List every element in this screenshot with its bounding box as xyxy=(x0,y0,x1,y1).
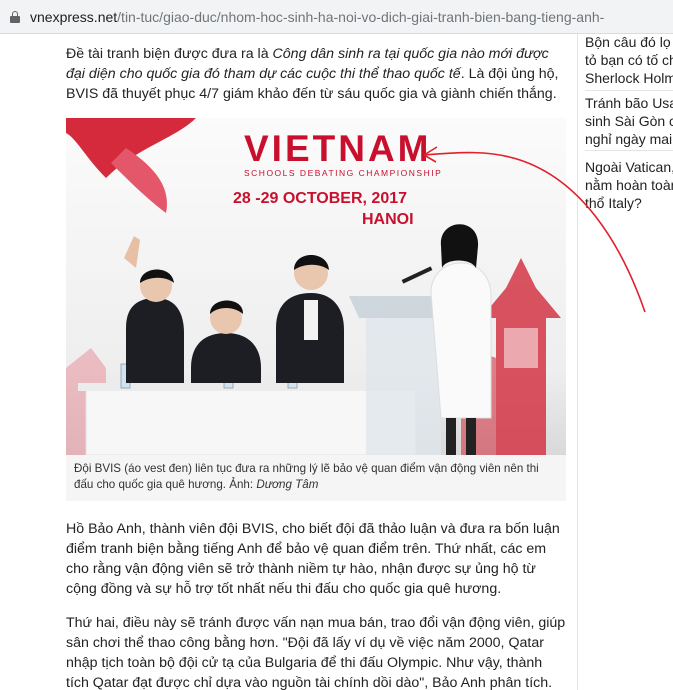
sidebar-link-1-line-1: Bộn câu đó lọ xyxy=(585,34,671,50)
intro-text-1: Đề tài tranh biện được đưa ra là xyxy=(66,46,273,62)
sidebar-related: Bộn câu đó lọ tỏ bạn có tố ch Sherlock H… xyxy=(577,34,673,690)
address-bar[interactable]: vnexpress.net/tin-tuc/giao-duc/nhom-hoc-… xyxy=(0,0,673,34)
url-text[interactable]: vnexpress.net/tin-tuc/giao-duc/nhom-hoc-… xyxy=(30,9,604,25)
sidebar-link-2-line-3: nghỉ ngày mai xyxy=(585,131,673,147)
url-path: /tin-tuc/giao-duc/nhom-hoc-sinh-ha-noi-v… xyxy=(117,8,605,25)
url-host: vnexpress.net xyxy=(30,8,118,25)
sidebar-divider xyxy=(585,90,673,91)
lock-icon xyxy=(10,10,20,23)
sidebar-link-3-line-2: nằm hoàn toàn xyxy=(585,177,673,193)
sidebar-link-2-line-2: sinh Sài Gòn c xyxy=(585,113,673,129)
banner-title: VIETNAM xyxy=(244,128,432,169)
banner-subtitle: SCHOOLS DEBATING CHAMPIONSHIP xyxy=(244,168,443,178)
photo-caption: Đội BVIS (áo vest đen) liên tục đưa ra n… xyxy=(66,455,566,501)
banner-city: HANOI xyxy=(362,211,414,228)
sidebar-link-2-line-1: Tránh bão Usa xyxy=(585,95,673,111)
article-figure: VIETNAM SCHOOLS DEBATING CHAMPIONSHIP 28… xyxy=(66,118,566,501)
banner-date: 28 -29 OCTOBER, 2017 xyxy=(233,190,408,207)
article-body: Đề tài tranh biện được đưa ra là Công dâ… xyxy=(66,34,566,690)
paragraph-intro: Đề tài tranh biện được đưa ra là Công dâ… xyxy=(66,44,566,104)
sidebar-divider xyxy=(585,150,673,151)
sidebar-link-2[interactable]: Tránh bão Usa sinh Sài Gòn c nghỉ ngày m… xyxy=(585,94,673,148)
sidebar-link-3-line-1: Ngoài Vatican, xyxy=(585,159,673,175)
sidebar-link-3-line-3: thổ Italy? xyxy=(585,195,642,211)
paragraph-2: Hồ Bảo Anh, thành viên đội BVIS, cho biế… xyxy=(66,521,560,597)
sidebar-link-1-line-2: tỏ bạn có tố ch xyxy=(585,52,673,68)
sidebar-link-1[interactable]: Bộn câu đó lọ tỏ bạn có tố ch Sherlock H… xyxy=(585,33,673,87)
caption-author: Dương Tâm xyxy=(256,478,319,491)
sidebar-link-1-line-3: Sherlock Holm xyxy=(585,70,673,86)
paragraph-3: Thứ hai, điều này sẽ tránh được vấn nạn … xyxy=(66,615,566,690)
article-photo[interactable]: VIETNAM SCHOOLS DEBATING CHAMPIONSHIP 28… xyxy=(66,118,566,455)
sidebar-link-3[interactable]: Ngoài Vatican, nằm hoàn toàn thổ Italy? xyxy=(585,158,673,212)
